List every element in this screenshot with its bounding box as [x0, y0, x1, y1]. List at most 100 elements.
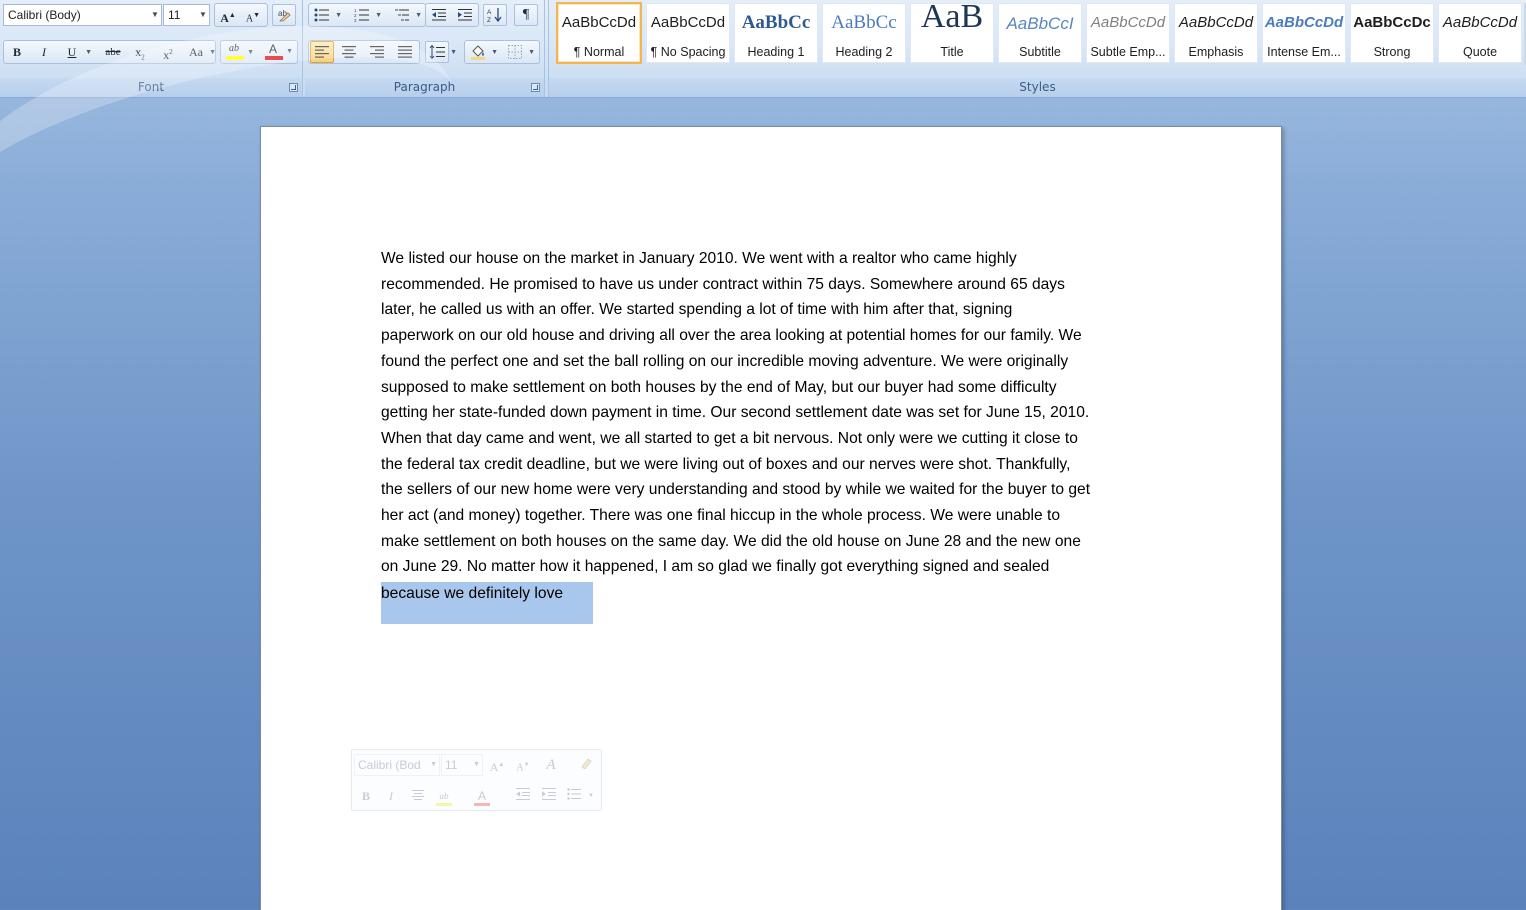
mini-center-button[interactable] [408, 786, 428, 806]
shrink-font-button[interactable]: A▼ [241, 4, 265, 26]
font-color-bar [474, 803, 490, 806]
style-sample: AaBbCcDd [1090, 14, 1166, 31]
show-marks-button[interactable]: ¶ [514, 4, 538, 26]
grow-font-label: A [220, 11, 229, 25]
bullets-button[interactable]: ▼ [310, 4, 342, 26]
style-emphasis[interactable]: AaBbCcDd Emphasis [1174, 3, 1258, 63]
mini-italic-button[interactable]: I [381, 786, 401, 806]
chevron-down-icon: ▼ [85, 48, 92, 56]
multilevel-list-icon [395, 9, 409, 21]
decrease-indent-icon [432, 9, 446, 21]
decrease-indent-button[interactable] [427, 4, 451, 26]
document-page[interactable]: We listed our house on the market in Jan… [260, 126, 1282, 910]
shading-button[interactable]: ▼ [466, 41, 498, 63]
bold-button[interactable]: B [5, 41, 29, 63]
mini-font-size-value: 11 [445, 758, 458, 772]
svg-text:3: 3 [354, 18, 357, 22]
paint-bucket-icon [471, 45, 485, 60]
style-sample: AaBbCcDd [1178, 14, 1254, 31]
text-line: on June 29. No matter how it happened, I… [381, 558, 1050, 576]
multilevel-list-button[interactable]: ▼ [390, 4, 422, 26]
chevron-down-icon: ▼ [430, 761, 437, 768]
style-no-spacing[interactable]: AaBbCcDd ¶ No Spacing [646, 3, 730, 63]
text-line: the federal tax credit deadline, but we … [381, 455, 1071, 473]
sort-button[interactable]: A Z [483, 4, 507, 26]
mini-toolbar[interactable]: Calibri (Bod ▼ 11 ▼ A▲ A▼ A B I ab A ▼ [351, 749, 602, 811]
mini-font-name-dropdown[interactable]: Calibri (Bod ▼ [354, 754, 440, 776]
text-line: the sellers of our new home were very un… [381, 481, 1091, 499]
clear-formatting-icon: ab [278, 9, 291, 22]
format-painter-icon [581, 758, 592, 770]
style-label: Heading 2 [835, 45, 893, 59]
bullets-icon [567, 788, 581, 800]
grow-font-button[interactable]: A▲ [216, 4, 240, 26]
document-body[interactable]: We listed our house on the market in Jan… [381, 246, 1171, 580]
mini-format-painter-button[interactable] [577, 755, 597, 775]
style-normal[interactable]: AaBbCcDd ¶ Normal [556, 2, 642, 64]
text-line: recommended. He promised to have us unde… [381, 275, 1065, 293]
text-line: make settlement on both houses on the sa… [381, 532, 1081, 550]
increase-indent-button[interactable] [453, 4, 477, 26]
style-label: Subtitle [1019, 45, 1061, 59]
mini-font-color-button[interactable]: A [472, 786, 492, 806]
highlight-color-bar [436, 803, 452, 806]
mini-decrease-indent-button[interactable] [513, 786, 533, 806]
style-sample: AaBbCcDd [1442, 14, 1518, 31]
numbering-button[interactable]: 1 2 3 ▼ [350, 4, 382, 26]
style-label: Heading 1 [747, 45, 805, 59]
chevron-down-icon: ▼ [415, 11, 422, 19]
mini-bold-button[interactable]: B [356, 786, 376, 806]
style-title[interactable]: AaB Title [910, 0, 994, 63]
mini-grow-font-button[interactable]: A▲ [487, 755, 507, 775]
style-heading-2[interactable]: AaBbCc Heading 2 [822, 3, 906, 63]
style-quote[interactable]: AaBbCcDd Quote [1438, 3, 1522, 63]
font-name-value: Calibri (Body) [8, 8, 81, 22]
font-size-value: 11 [168, 8, 181, 22]
style-heading-1[interactable]: AaBbCc Heading 1 [734, 3, 818, 63]
text-line: paperwork on our old house and driving a… [381, 327, 1082, 345]
underline-button[interactable]: U ▼ [60, 41, 92, 63]
bullets-icon [314, 8, 329, 22]
mini-font-size-dropdown[interactable]: 11 ▼ [441, 754, 483, 776]
decrease-indent-icon [516, 788, 530, 800]
selected-text[interactable]: because we definitely love [381, 581, 563, 607]
style-sample: AaBbCc [831, 12, 897, 33]
style-sample: AaBbCcDd [1264, 14, 1344, 31]
text-line: getting her state-funded down payment in… [381, 404, 1090, 422]
style-sample: AaBbCcDd [650, 14, 726, 31]
chevron-down-icon: ▼ [375, 11, 382, 19]
increase-indent-icon [542, 788, 556, 800]
clear-formatting-button[interactable]: ab [272, 4, 296, 26]
text-line: supposed to make settlement on both hous… [381, 378, 1057, 396]
borders-button[interactable]: ▼ [503, 41, 535, 63]
mini-bullets-button[interactable]: ▼ [564, 786, 594, 806]
style-label: Emphasis [1188, 45, 1244, 59]
mini-shrink-font-button[interactable]: A▼ [513, 755, 533, 775]
text-line: found the perfect one and set the ball r… [381, 352, 1069, 370]
text-line: her act (and money) together. There was … [381, 507, 1061, 525]
font-size-dropdown[interactable]: 11 ▼ [163, 4, 210, 26]
style-label: Strong [1373, 45, 1411, 59]
style-label: Intense Em... [1267, 45, 1341, 59]
sort-icon: A Z [487, 8, 502, 24]
svg-text:Z: Z [487, 17, 491, 23]
style-sample: AaB [920, 0, 984, 35]
mini-styles-button[interactable]: A [541, 755, 561, 775]
chevron-down-icon: ▼ [151, 10, 159, 19]
align-center-icon [412, 790, 424, 800]
svg-text:A: A [487, 9, 492, 16]
style-intense-emphasis[interactable]: AaBbCcDd Intense Em... [1262, 3, 1346, 63]
font-name-dropdown[interactable]: Calibri (Body) ▼ [3, 4, 162, 26]
style-label: ¶ Normal [573, 45, 625, 59]
style-subtitle[interactable]: AaBbCcI Subtitle [998, 3, 1082, 63]
italic-button[interactable]: I [32, 41, 56, 63]
numbering-icon: 1 2 3 [354, 8, 369, 23]
text-line: We listed our house on the market in Jan… [381, 250, 1017, 267]
style-subtle-emphasis[interactable]: AaBbCcDd Subtle Emp... [1086, 3, 1170, 63]
style-strong[interactable]: AaBbCcDc Strong [1350, 3, 1434, 63]
style-sample: AaBbCcDd [561, 14, 637, 31]
mini-increase-indent-button[interactable] [539, 786, 559, 806]
style-sample: AaBbCcDc [1353, 14, 1431, 31]
mini-highlight-button[interactable]: ab [434, 786, 454, 806]
paragraph-dialog-launcher-icon[interactable] [531, 83, 540, 92]
